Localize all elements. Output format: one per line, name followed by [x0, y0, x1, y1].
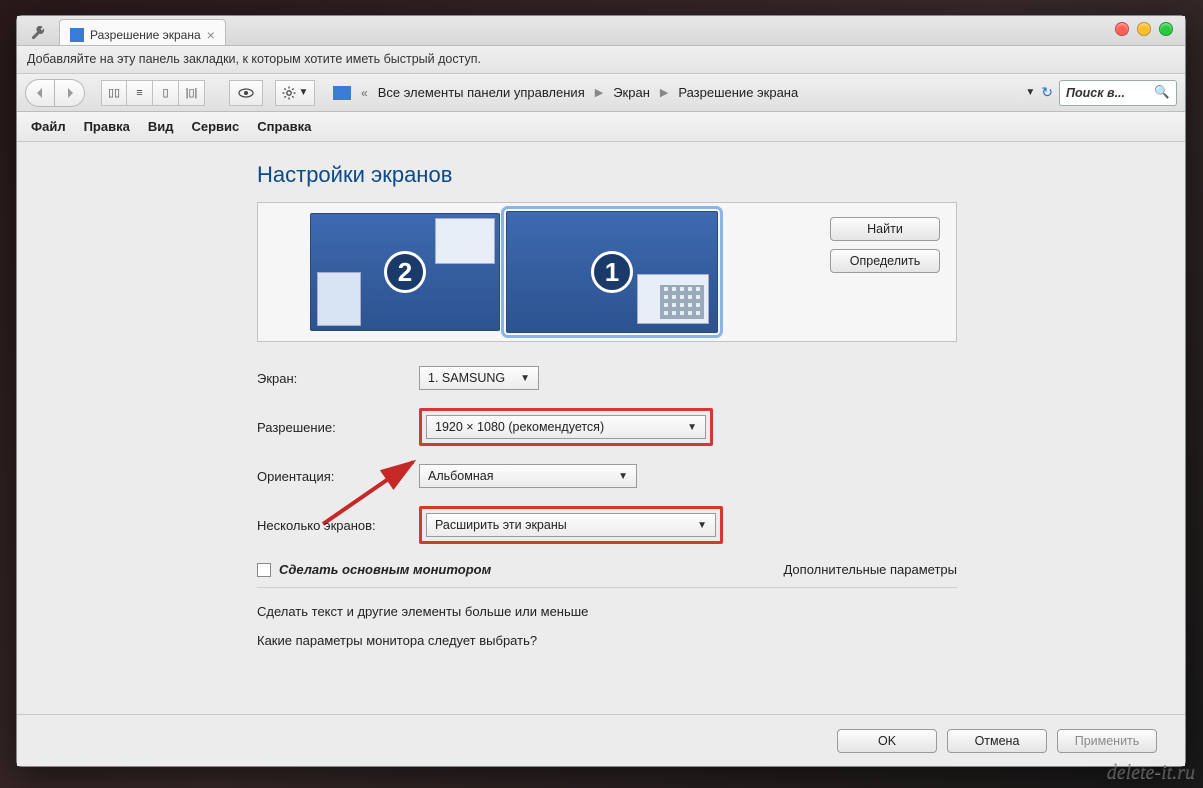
gear-icon [282, 86, 296, 100]
breadcrumb-overflow[interactable]: « [361, 86, 368, 100]
search-placeholder: Поиск в... [1066, 86, 1125, 100]
link-which-settings[interactable]: Какие параметры монитора следует выбрать… [257, 633, 957, 648]
bookmarks-bar-hint: Добавляйте на эту панель закладки, к кот… [17, 46, 1185, 74]
tab-close-button[interactable]: × [207, 28, 215, 42]
view-btn-4[interactable]: |▯| [179, 80, 205, 106]
identify-button[interactable]: Определить [830, 249, 940, 273]
chevron-right-icon: ▶ [595, 86, 603, 99]
row-multiple-displays: Несколько экранов: Расширить эти экраны … [257, 506, 957, 544]
tab-title: Разрешение экрана [90, 28, 201, 42]
menu-view[interactable]: Вид [148, 119, 174, 134]
watermark: delete-it.ru [1107, 761, 1195, 784]
window-controls [1115, 22, 1173, 36]
toolbar-right: ▼ ↻ Поиск в... 🔍 [1025, 80, 1177, 106]
content-area: Настройки экранов 2 1 Найти Определить Э… [17, 142, 1185, 766]
arrow-left-icon [34, 87, 46, 99]
display-arrangement-box: 2 1 Найти Определить [257, 202, 957, 342]
monitor-number: 1 [591, 251, 633, 293]
close-window-button[interactable] [1115, 22, 1129, 36]
view-btn-2[interactable]: ≡ [127, 80, 153, 106]
breadcrumb-item[interactable]: Все элементы панели управления [378, 85, 585, 100]
arrow-right-icon [64, 87, 76, 99]
preview-button[interactable] [229, 80, 263, 106]
settings-buttons-group: ▼ [275, 80, 315, 106]
back-button[interactable] [25, 79, 55, 107]
screen-value: 1. SAMSUNG [428, 371, 505, 385]
chevron-down-icon: ▼ [520, 373, 530, 384]
mini-window-icon [435, 218, 495, 264]
menu-edit[interactable]: Правка [84, 119, 130, 134]
history-dropdown[interactable]: ▼ [1025, 87, 1035, 98]
row-resolution: Разрешение: 1920 × 1080 (рекомендуется) … [257, 408, 957, 446]
mini-window-icon [317, 272, 361, 326]
divider [257, 587, 957, 588]
chevron-down-icon: ▼ [299, 87, 309, 98]
resolution-value: 1920 × 1080 (рекомендуется) [435, 420, 604, 434]
chevron-down-icon: ▼ [687, 422, 697, 433]
multiple-displays-select[interactable]: Расширить эти экраны ▼ [426, 513, 716, 537]
browser-tab[interactable]: Разрешение экрана × [59, 19, 226, 45]
view-btn-1[interactable]: ▯▯ [101, 80, 127, 106]
dialog-footer: OK Отмена Применить [17, 714, 1185, 766]
view-btn-3[interactable]: ▯ [153, 80, 179, 106]
highlight-annotation: 1920 × 1080 (рекомендуется) ▼ [419, 408, 713, 446]
chevron-right-icon: ▶ [660, 86, 668, 99]
settings-form: Экран: 1. SAMSUNG ▼ Разрешение: 1920 × 1… [257, 366, 957, 648]
menu-help[interactable]: Справка [257, 119, 311, 134]
screen-select[interactable]: 1. SAMSUNG ▼ [419, 366, 539, 390]
label-resolution: Разрешение: [257, 420, 405, 435]
search-input[interactable]: Поиск в... 🔍 [1059, 80, 1177, 106]
resolution-select[interactable]: 1920 × 1080 (рекомендуется) ▼ [426, 415, 706, 439]
find-button[interactable]: Найти [830, 217, 940, 241]
settings-button[interactable]: ▼ [275, 80, 315, 106]
eye-icon [238, 88, 254, 98]
monitor-icon [70, 28, 84, 42]
label-screen: Экран: [257, 371, 405, 386]
mini-window-icon [637, 274, 709, 324]
orientation-value: Альбомная [428, 469, 493, 483]
maximize-window-button[interactable] [1159, 22, 1173, 36]
chevron-down-icon: ▼ [697, 520, 707, 531]
view-buttons-group: ▯▯ ≡ ▯ |▯| [101, 80, 205, 106]
make-primary-checkbox[interactable] [257, 563, 271, 577]
label-multiple: Несколько экранов: [257, 518, 405, 533]
action-buttons-group [229, 80, 263, 106]
monitor-1[interactable]: 1 [506, 211, 718, 333]
display-side-buttons: Найти Определить [830, 217, 940, 273]
breadcrumb-item[interactable]: Разрешение экрана [678, 85, 798, 100]
row-orientation: Ориентация: Альбомная ▼ [257, 464, 957, 488]
row-make-primary: Сделать основным монитором Дополнительны… [257, 562, 957, 577]
page-title: Настройки экранов [257, 162, 1161, 188]
cancel-button[interactable]: Отмена [947, 729, 1047, 753]
monitor-number: 2 [384, 251, 426, 293]
ok-button[interactable]: OK [837, 729, 937, 753]
refresh-button[interactable]: ↻ [1041, 84, 1053, 101]
browser-window: Разрешение экрана × Добавляйте на эту па… [16, 15, 1186, 767]
forward-button[interactable] [55, 79, 85, 107]
row-screen: Экран: 1. SAMSUNG ▼ [257, 366, 957, 390]
link-text-size[interactable]: Сделать текст и другие элементы больше и… [257, 604, 957, 619]
tab-strip: Разрешение экрана × [17, 16, 1185, 46]
apply-button[interactable]: Применить [1057, 729, 1157, 753]
wrench-menu-button[interactable] [25, 23, 53, 45]
toolbar: ▯▯ ≡ ▯ |▯| ▼ « Все элементы панели управ… [17, 74, 1185, 112]
highlight-annotation: Расширить эти экраны ▼ [419, 506, 723, 544]
orientation-select[interactable]: Альбомная ▼ [419, 464, 637, 488]
multiple-value: Расширить эти экраны [435, 518, 567, 532]
nav-arrows [25, 79, 85, 107]
chevron-down-icon: ▼ [618, 471, 628, 482]
wrench-icon [31, 26, 47, 42]
breadcrumb: Все элементы панели управления ▶ Экран ▶… [378, 85, 1020, 100]
advanced-settings-link[interactable]: Дополнительные параметры [783, 562, 957, 577]
menu-service[interactable]: Сервис [191, 119, 239, 134]
search-icon: 🔍 [1154, 85, 1170, 100]
location-icon [333, 86, 351, 100]
make-primary-label: Сделать основным монитором [279, 562, 491, 577]
monitor-2[interactable]: 2 [310, 213, 500, 331]
label-orientation: Ориентация: [257, 469, 405, 484]
menu-file[interactable]: Файл [31, 119, 66, 134]
menu-bar: Файл Правка Вид Сервис Справка [17, 112, 1185, 142]
minimize-window-button[interactable] [1137, 22, 1151, 36]
breadcrumb-item[interactable]: Экран [613, 85, 650, 100]
